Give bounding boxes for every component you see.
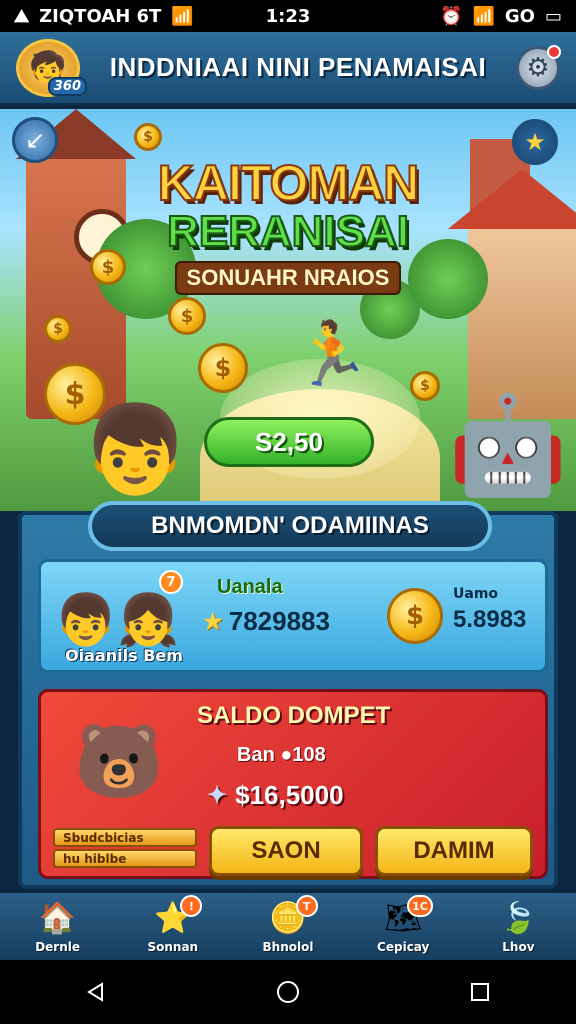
wallet-side-info: Sbudcbicias hu hiblbe <box>53 828 197 868</box>
battery-text: GO <box>504 5 535 27</box>
app-title: INDDNIAAI NINI PENAMAISAI <box>109 52 487 82</box>
recents-button[interactable] <box>460 972 500 1012</box>
wallet-title: SALDO DOMPET <box>197 702 391 729</box>
nav-label: Cepicay <box>377 939 430 954</box>
nav-label: Lhov <box>502 939 535 954</box>
nav-badge: ! <box>180 895 203 917</box>
points-value: 7829883 <box>228 606 330 636</box>
reward-amount-button[interactable]: S2,50 <box>204 417 374 467</box>
game-logo: KAITOMAN RERANISAI SONUAHR NRAIOS <box>140 155 436 295</box>
avatar-level-badge: 360 <box>47 76 87 96</box>
rewards-panel: BNMOMDN' ODAMIINAS 👦👧 7 Oiaanils Bem Uan… <box>18 501 558 889</box>
coins-value: 5.8983 <box>453 606 527 633</box>
game-subtitle: SONUAHR NRAIOS <box>174 261 402 295</box>
nav-badge: T <box>295 895 318 917</box>
nav-item-coin[interactable]: 🪙 T Bhnolol <box>230 893 345 960</box>
star-icon: ★ <box>203 608 223 634</box>
bottom-nav: 🏠 Dernle ⭐ ! Sonnan 🪙 T Bhnolol 🗺 1C Cep… <box>0 890 576 960</box>
points-label: Uanala <box>217 576 283 598</box>
status-carrier-text: ZIQTOAH 6T <box>39 5 162 27</box>
claim-button[interactable]: DAMIM <box>375 826 533 876</box>
top-bar: 🧒 360 INDDNIAAI NINI PENAMAISAI ⚙ <box>0 32 576 106</box>
gear-icon: ⚙ <box>526 52 550 83</box>
coin-icon: $ <box>410 371 440 401</box>
kids-group-icon: 👦👧 <box>54 591 180 649</box>
coin-icon: $ <box>90 249 126 285</box>
coin-icon: $ <box>168 297 206 335</box>
leaf-icon: 🍃 <box>499 901 538 936</box>
arrow-icon: ↙ <box>24 126 46 154</box>
friends-badge: 7 <box>159 570 183 594</box>
save-button[interactable]: SAON <box>209 826 363 876</box>
wallet-card: 🐻 SALDO DOMPET Ban ●108 ✦ $16,5000 Sbudc… <box>38 689 548 879</box>
star-icon: ★ <box>524 128 546 156</box>
game-title-line1: KAITOMAN <box>157 155 421 211</box>
notification-icon: ⛰ <box>14 5 30 27</box>
wallet-balance: $16,5000 <box>235 780 344 810</box>
panel-header: BNMOMDN' ODAMIINAS <box>88 501 492 551</box>
coins-label: Uamo <box>453 586 499 602</box>
gem-icon: ✦ <box>207 782 228 809</box>
nav-label: Bhnolol <box>262 939 314 954</box>
friends-card[interactable]: 👦👧 7 Oiaanils Bem Uanala ★ 7829883 $ Uam… <box>38 559 548 673</box>
wifi-icon: 📶 <box>171 5 194 27</box>
signal-icon: 📶 <box>472 5 495 27</box>
nav-item-map[interactable]: 🗺 1C Cepicay <box>346 893 461 960</box>
running-boy-character: 🏃 <box>293 317 371 390</box>
alarm-icon: ⏰ <box>440 5 463 27</box>
back-icon <box>87 982 103 1002</box>
coin-icon: $ <box>198 343 248 393</box>
wallet-bonus: Ban ●108 <box>237 744 326 766</box>
side-strip: hu hiblbe <box>53 849 197 868</box>
home-button[interactable] <box>268 972 308 1012</box>
settings-button[interactable]: ⚙ <box>516 44 561 90</box>
nav-label: Sonnan <box>147 939 199 954</box>
friends-illustration: 👦👧 7 <box>49 568 185 650</box>
battery-icon: ▭ <box>544 5 562 27</box>
player-avatar[interactable]: 🧒 360 <box>16 38 87 97</box>
share-button[interactable]: ↙ <box>12 117 58 163</box>
status-time: 1:23 <box>265 5 311 27</box>
robot-character: 🤖 <box>448 388 568 501</box>
side-strip: Sbudcbicias <box>53 828 197 847</box>
nav-item-leaf[interactable]: 🍃 Lhov <box>461 893 576 960</box>
friends-caption: Oiaanils Bem <box>65 646 183 665</box>
game-title-line2: RERANISAI <box>166 207 410 256</box>
home-icon: 🏠 <box>38 901 77 936</box>
nav-label: Dernle <box>35 939 80 954</box>
favorite-button[interactable]: ★ <box>512 119 558 165</box>
wallet-balance-row: ✦ $16,5000 <box>207 780 344 811</box>
boy-character: 👦 <box>81 399 189 500</box>
nav-item-star[interactable]: ⭐ ! Sonnan <box>115 893 230 960</box>
square-icon <box>471 983 489 1001</box>
points-value-row: ★ 7829883 <box>203 606 330 637</box>
coin-icon: $ <box>44 315 72 343</box>
hero-banner: ↙ ★ KAITOMAN RERANISAI SONUAHR NRAIOS $ … <box>0 109 576 511</box>
circle-icon <box>277 981 299 1003</box>
nav-badge: 1C <box>407 895 433 917</box>
back-button[interactable] <box>76 972 116 1012</box>
notification-dot <box>547 44 561 59</box>
nav-item-home[interactable]: 🏠 Dernle <box>0 893 115 960</box>
coin-icon: $ <box>387 588 443 644</box>
system-nav-bar <box>0 960 576 1024</box>
wallet-character-illustration: 🐻 <box>74 718 164 803</box>
coin-icon: $ <box>134 123 162 151</box>
status-bar: ⛰ ZIQTOAH 6T 📶 1:23 ⏰ 📶 GO ▭ <box>0 0 576 32</box>
